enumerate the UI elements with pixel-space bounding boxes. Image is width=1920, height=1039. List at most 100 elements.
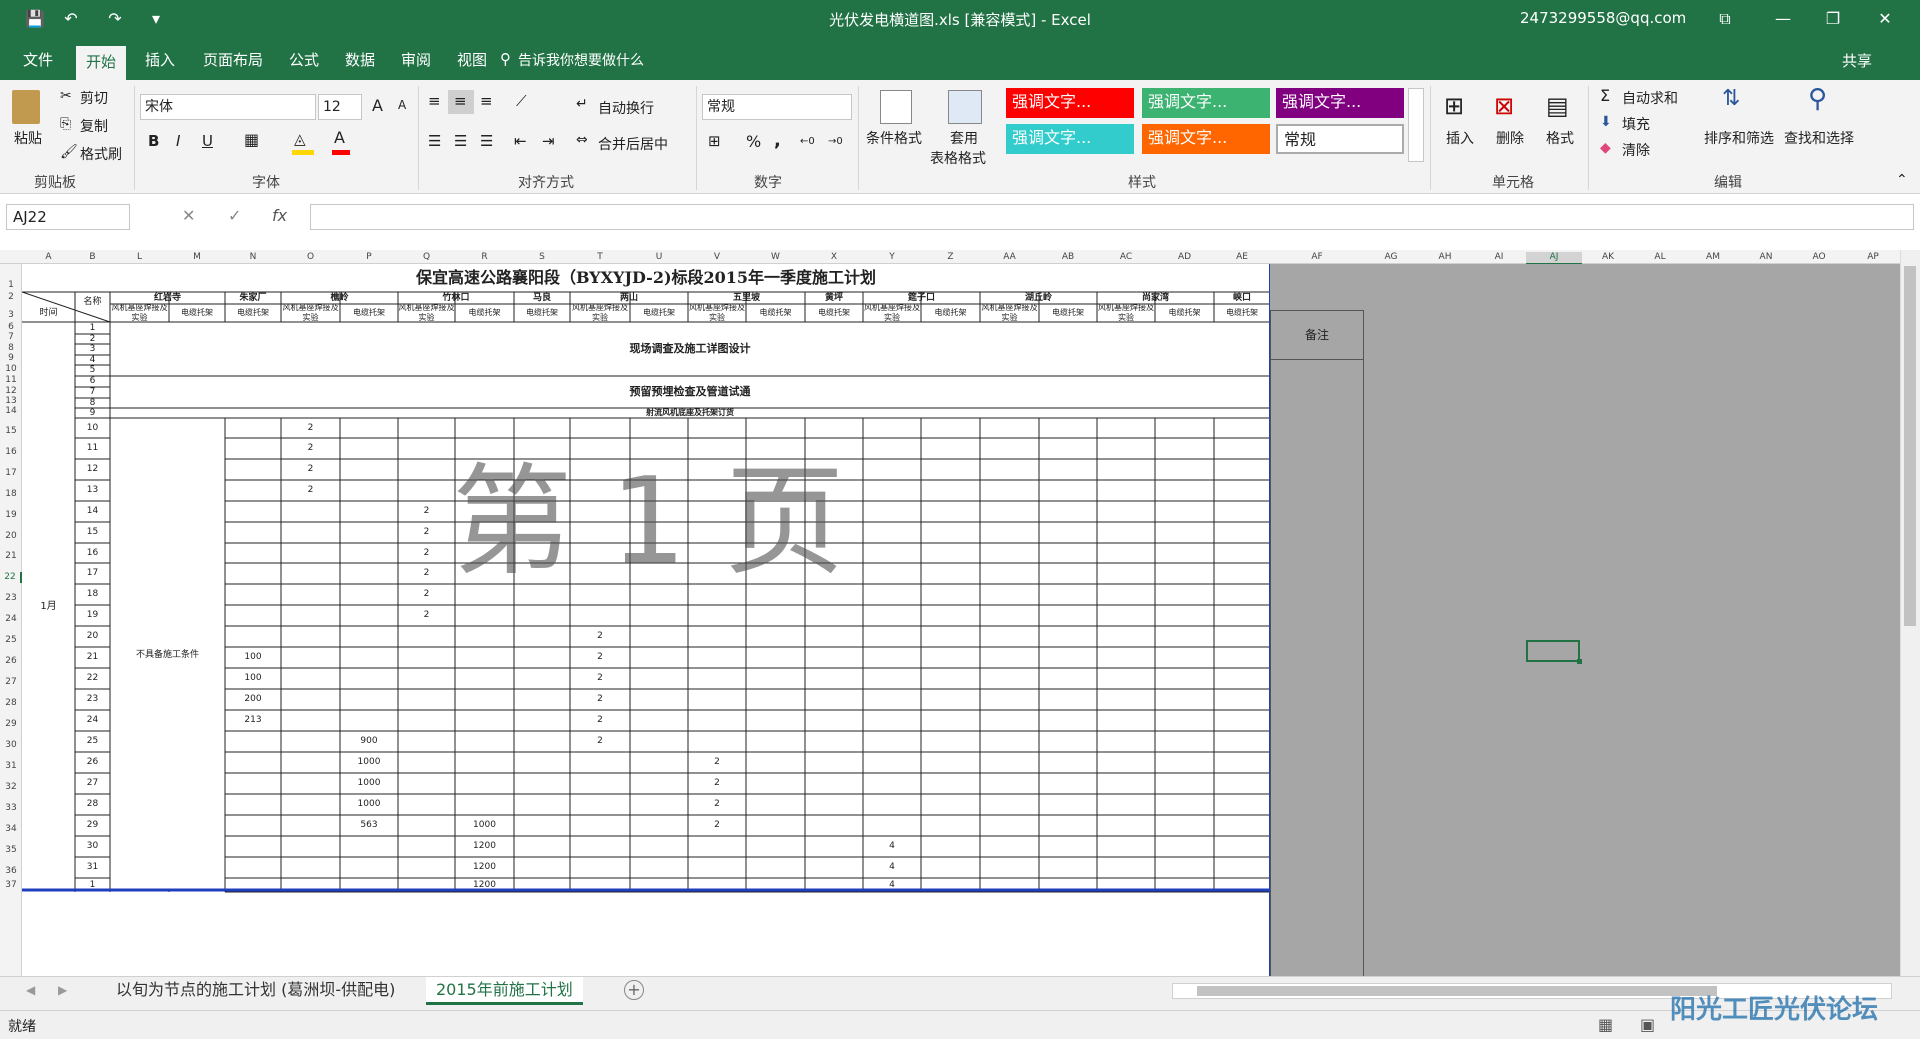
day-number[interactable]: 18	[75, 584, 110, 605]
row-header-10[interactable]: 10	[0, 364, 22, 375]
column-header-U[interactable]: U	[630, 252, 688, 263]
plan-value[interactable]: 2	[281, 418, 340, 438]
row-header-14[interactable]: 14	[0, 406, 22, 417]
restore-icon[interactable]: ❐	[1818, 6, 1848, 32]
plan-value[interactable]: 2	[398, 584, 455, 605]
plan-value[interactable]: 1200	[455, 857, 514, 878]
sub-header[interactable]: 电缆托架	[630, 304, 688, 322]
location-header[interactable]: 樵岭	[281, 292, 398, 304]
borders-icon[interactable]: ▦	[244, 130, 259, 149]
cell-style-6[interactable]: 常规	[1276, 124, 1404, 154]
sort-filter-button[interactable]: 排序和筛选	[1704, 128, 1774, 148]
font-color-icon[interactable]: A	[334, 128, 345, 147]
day-number[interactable]: 7	[75, 387, 110, 398]
fill-handle[interactable]	[1577, 659, 1582, 664]
plan-value[interactable]: 4	[863, 857, 921, 878]
tab-data[interactable]: 数据	[340, 48, 380, 78]
column-header-AG[interactable]: AG	[1364, 252, 1418, 263]
clear-button[interactable]: 清除	[1622, 140, 1650, 160]
insert-function-icon[interactable]: fx	[272, 206, 287, 225]
increase-decimal-icon[interactable]: ←0	[800, 136, 815, 147]
plan-value[interactable]: 563	[340, 815, 398, 836]
sheet-tab-2[interactable]: 2015年前施工计划	[426, 977, 583, 1005]
day-number[interactable]: 13	[75, 480, 110, 501]
day-number[interactable]: 16	[75, 543, 110, 563]
day-number[interactable]: 23	[75, 689, 110, 710]
day-number[interactable]: 8	[75, 398, 110, 408]
row-header-26[interactable]: 26	[0, 656, 22, 667]
row-header-24[interactable]: 24	[0, 614, 22, 625]
day-number[interactable]: 20	[75, 626, 110, 647]
sheet-tab-1[interactable]: 以旬为节点的施工计划 (葛洲坝-供配电)	[106, 977, 405, 1005]
format-as-table-line1[interactable]: 套用	[950, 128, 978, 148]
cell-style-2[interactable]: 强调文字...	[1142, 88, 1270, 118]
cancel-icon[interactable]: ✕	[182, 206, 195, 225]
column-header-AD[interactable]: AD	[1155, 252, 1214, 263]
row-header-33[interactable]: 33	[0, 803, 22, 814]
span-precheck[interactable]: 预留预埋检查及管道试通	[110, 376, 1270, 408]
sub-header[interactable]: 电缆托架	[1155, 304, 1214, 322]
day-number[interactable]: 10	[75, 418, 110, 438]
row-header-16[interactable]: 16	[0, 447, 22, 458]
align-bottom-icon[interactable]: ≡	[480, 92, 493, 110]
comma-button[interactable]: ,	[774, 130, 781, 151]
column-header-AK[interactable]: AK	[1582, 252, 1634, 263]
align-right-icon[interactable]: ☰	[480, 132, 493, 150]
format-cells-button[interactable]: 格式	[1546, 128, 1574, 148]
day-number[interactable]: 6	[75, 376, 110, 387]
column-header-AH[interactable]: AH	[1418, 252, 1472, 263]
location-header[interactable]: 黄坪	[805, 292, 863, 304]
page-layout-view-icon[interactable]: ▣	[1640, 1015, 1655, 1034]
day-number[interactable]: 27	[75, 773, 110, 794]
tell-me-input[interactable]: 告诉我你想要做什么	[518, 50, 644, 70]
sub-header[interactable]: 风机基座焊接及实验	[688, 304, 746, 322]
plan-value[interactable]: 1000	[340, 752, 398, 773]
formula-input[interactable]	[310, 204, 1914, 230]
copy-button[interactable]: 复制	[80, 116, 108, 136]
ribbon-display-icon[interactable]: ⧉	[1710, 6, 1740, 32]
column-header-O[interactable]: O	[281, 252, 340, 263]
underline-button[interactable]: U	[202, 132, 213, 150]
plan-value[interactable]: 2	[688, 752, 746, 773]
column-header-AA[interactable]: AA	[980, 252, 1039, 263]
row-header-34[interactable]: 34	[0, 824, 22, 835]
row-header-35[interactable]: 35	[0, 845, 22, 856]
day-number[interactable]: 15	[75, 522, 110, 543]
sub-header[interactable]: 电缆托架	[1039, 304, 1097, 322]
row-header-29[interactable]: 29	[0, 719, 22, 730]
column-header-AP[interactable]: AP	[1846, 252, 1900, 263]
column-header-B[interactable]: B	[75, 252, 110, 263]
plan-value[interactable]: 2	[398, 522, 455, 543]
row-header-1[interactable]: 1	[0, 280, 22, 291]
sub-header[interactable]: 风机基座焊接及实验	[1097, 304, 1155, 322]
plan-value[interactable]: 1000	[340, 773, 398, 794]
add-sheet-button[interactable]: +	[624, 980, 644, 1000]
increase-indent-icon[interactable]: ⇥	[542, 132, 555, 150]
column-header-AI[interactable]: AI	[1472, 252, 1526, 263]
tab-review[interactable]: 审阅	[396, 48, 436, 78]
location-header[interactable]: 湖丘岭	[980, 292, 1097, 304]
day-number[interactable]: 21	[75, 647, 110, 668]
plan-value[interactable]: 1200	[455, 878, 514, 892]
day-number[interactable]: 30	[75, 836, 110, 857]
plan-value[interactable]: 2	[570, 626, 630, 647]
location-header[interactable]: 五里坡	[688, 292, 805, 304]
delete-cells-button[interactable]: 删除	[1496, 128, 1524, 148]
align-left-icon[interactable]: ☰	[428, 132, 441, 150]
day-number[interactable]: 1	[75, 878, 110, 892]
plan-value[interactable]: 213	[225, 710, 281, 731]
tab-file[interactable]: 文件	[18, 48, 58, 78]
orientation-icon[interactable]: ⟋	[516, 92, 527, 110]
column-header-L[interactable]: L	[110, 252, 169, 263]
enter-icon[interactable]: ✓	[228, 206, 241, 225]
column-header-Z[interactable]: Z	[921, 252, 980, 263]
remark-header[interactable]: 备注	[1270, 310, 1364, 360]
column-header-S[interactable]: S	[514, 252, 570, 263]
percent-button[interactable]: %	[746, 132, 761, 151]
day-number[interactable]: 4	[75, 355, 110, 365]
column-header-Y[interactable]: Y	[863, 252, 921, 263]
row-header-36[interactable]: 36	[0, 866, 22, 877]
column-header-M[interactable]: M	[169, 252, 225, 263]
conditional-format-button[interactable]: 条件格式	[866, 128, 922, 148]
grow-font-icon[interactable]: A	[372, 96, 383, 115]
